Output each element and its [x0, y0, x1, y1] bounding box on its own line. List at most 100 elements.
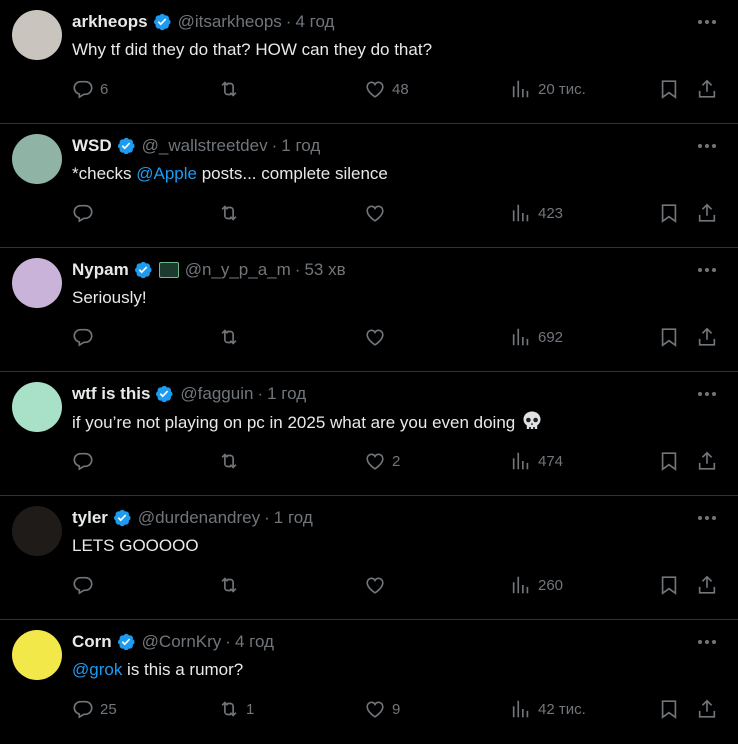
reply-button[interactable]: [72, 574, 100, 596]
bookmark-button[interactable]: [658, 698, 680, 720]
bookmark-button[interactable]: [658, 574, 680, 596]
like-button[interactable]: [364, 574, 392, 596]
more-icon[interactable]: [696, 384, 718, 404]
views-count: 423: [538, 204, 564, 222]
reply-tweet[interactable]: tyler @durdenandrey · 1 год LETS GOOOOO: [0, 496, 738, 620]
share-icon: [698, 327, 716, 346]
views-button[interactable]: 474: [510, 450, 563, 472]
timestamp[interactable]: 1 год: [267, 384, 306, 404]
views-button[interactable]: 20 тис.: [510, 78, 586, 100]
share-button[interactable]: [696, 326, 718, 348]
bookmark-icon: [661, 452, 677, 471]
display-name[interactable]: Corn: [72, 632, 112, 652]
share-button[interactable]: [696, 202, 718, 224]
repost-count: 1: [246, 700, 255, 718]
avatar[interactable]: [12, 630, 62, 680]
avatar[interactable]: [12, 134, 62, 184]
avatar[interactable]: [12, 10, 62, 60]
reply-button[interactable]: [72, 326, 100, 348]
avatar[interactable]: [12, 382, 62, 432]
repost-button[interactable]: [218, 78, 246, 100]
replies-feed: arkheops @itsarkheops · 4 год Why tf did…: [0, 0, 738, 744]
avatar[interactable]: [12, 258, 62, 308]
share-icon: [698, 699, 716, 718]
reply-tweet[interactable]: wtf is this @fagguin · 1 год if you’re n…: [0, 372, 738, 496]
user-handle[interactable]: @durdenandrey: [138, 508, 260, 528]
more-icon[interactable]: [696, 508, 718, 528]
tweet-header: wtf is this @fagguin · 1 год: [72, 382, 306, 406]
display-name[interactable]: tyler: [72, 508, 108, 528]
more-icon[interactable]: [696, 12, 718, 32]
timestamp[interactable]: 1 год: [274, 508, 313, 528]
views-count: 20 тис.: [538, 80, 586, 98]
user-handle[interactable]: @n_y_p_a_m: [185, 260, 291, 280]
tweet-header: arkheops @itsarkheops · 4 год: [72, 10, 334, 34]
user-handle[interactable]: @fagguin: [180, 384, 253, 404]
like-count: 2: [392, 452, 401, 470]
reply-button[interactable]: 6: [72, 78, 108, 100]
like-icon: [366, 329, 384, 346]
more-icon[interactable]: [696, 260, 718, 280]
like-button[interactable]: 9: [364, 698, 400, 720]
reply-button[interactable]: [72, 202, 100, 224]
bookmark-button[interactable]: [658, 202, 680, 224]
reply-button[interactable]: 25: [72, 698, 117, 720]
reply-tweet[interactable]: Corn @CornKry · 4 год @grok is this a ru…: [0, 620, 738, 744]
user-handle[interactable]: @_wallstreetdev: [142, 136, 268, 156]
timestamp[interactable]: 1 год: [281, 136, 320, 156]
avatar[interactable]: [12, 506, 62, 556]
display-name[interactable]: arkheops: [72, 12, 148, 32]
share-button[interactable]: [696, 450, 718, 472]
tweet-text: if you’re not playing on pc in 2025 what…: [72, 410, 543, 435]
display-name[interactable]: Nypam: [72, 260, 129, 280]
bookmark-button[interactable]: [658, 450, 680, 472]
repost-button[interactable]: [218, 450, 246, 472]
views-button[interactable]: 260: [510, 574, 563, 596]
more-icon[interactable]: [696, 136, 718, 156]
repost-button[interactable]: [218, 202, 246, 224]
verified-badge-icon: [116, 632, 136, 652]
bookmark-button[interactable]: [658, 326, 680, 348]
display-name[interactable]: WSD: [72, 136, 112, 156]
like-button[interactable]: [364, 202, 392, 224]
reply-tweet[interactable]: arkheops @itsarkheops · 4 год Why tf did…: [0, 0, 738, 124]
views-button[interactable]: 692: [510, 326, 563, 348]
timestamp[interactable]: 53 хв: [304, 260, 345, 280]
tweet-header: Corn @CornKry · 4 год: [72, 630, 274, 654]
timestamp[interactable]: 4 год: [235, 632, 274, 652]
repost-icon: [221, 81, 237, 97]
reply-tweet[interactable]: Nypam @n_y_p_a_m · 53 хв Seriously! 692: [0, 248, 738, 372]
display-name[interactable]: wtf is this: [72, 384, 150, 404]
reply-button[interactable]: [72, 450, 100, 472]
more-icon[interactable]: [696, 632, 718, 652]
bookmark-button[interactable]: [658, 78, 680, 100]
text-segment: *checks: [72, 164, 137, 183]
views-button[interactable]: 423: [510, 202, 563, 224]
repost-button[interactable]: [218, 326, 246, 348]
mention-link[interactable]: @Apple: [136, 164, 197, 183]
reply-count: 6: [100, 80, 109, 98]
tweet-text: *checks @Apple posts... complete silence: [72, 162, 388, 186]
user-handle[interactable]: @itsarkheops: [178, 12, 282, 32]
share-button[interactable]: [696, 78, 718, 100]
timestamp[interactable]: 4 год: [295, 12, 334, 32]
tweet-text: @grok is this a rumor?: [72, 658, 243, 682]
repost-button[interactable]: [218, 574, 246, 596]
tweet-actions: 2 474: [0, 450, 738, 474]
repost-button[interactable]: 1: [218, 698, 254, 720]
mention-link[interactable]: @grok: [72, 660, 122, 679]
share-button[interactable]: [696, 574, 718, 596]
reply-icon: [73, 204, 93, 223]
like-button[interactable]: 2: [364, 450, 400, 472]
user-handle[interactable]: @CornKry: [142, 632, 222, 652]
reply-tweet[interactable]: WSD @_wallstreetdev · 1 год *checks @App…: [0, 124, 738, 248]
views-count: 42 тис.: [538, 700, 586, 718]
like-button[interactable]: [364, 326, 392, 348]
share-button[interactable]: [696, 698, 718, 720]
like-icon: [366, 205, 384, 222]
text-segment: Why tf did they do that? HOW can they do…: [72, 40, 433, 59]
repost-icon: [221, 329, 237, 345]
separator-dot: ·: [257, 384, 264, 403]
like-button[interactable]: 48: [364, 78, 409, 100]
views-button[interactable]: 42 тис.: [510, 698, 586, 720]
